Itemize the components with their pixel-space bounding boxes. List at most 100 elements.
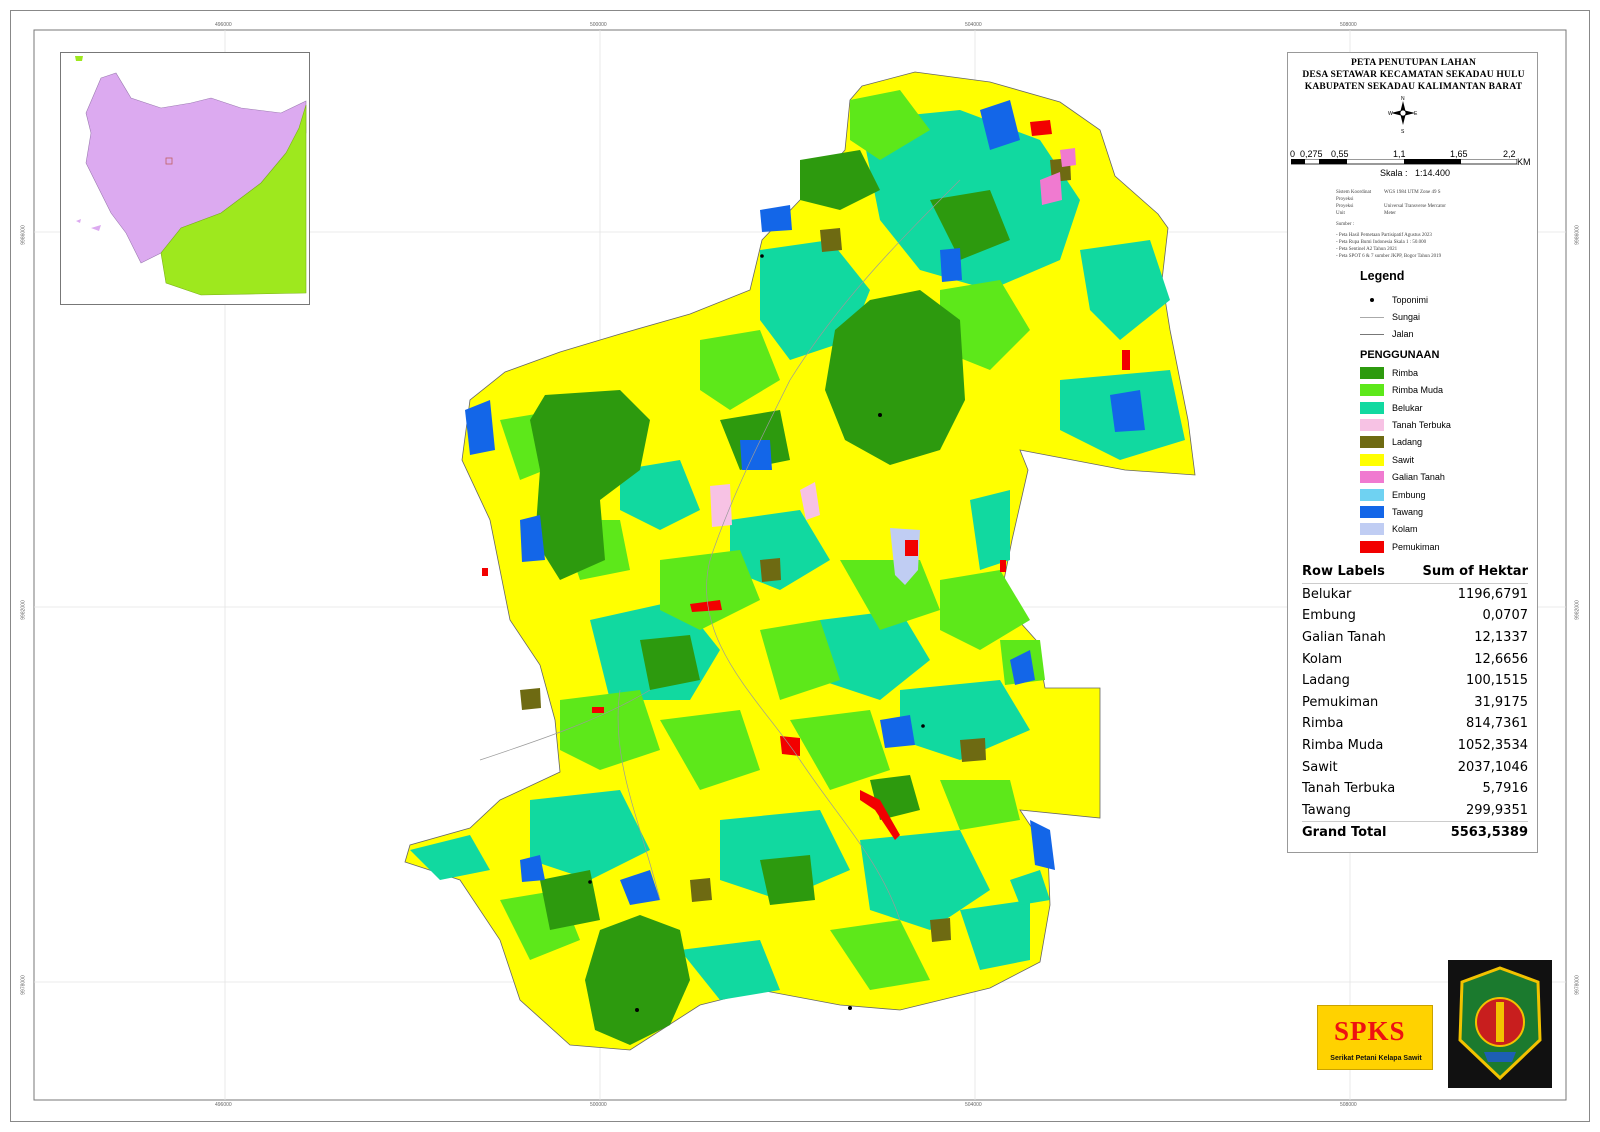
grid-tick-label: 496000 — [215, 1102, 232, 1108]
inset-map-graphic — [61, 53, 309, 304]
stats-row-value: 12,6656 — [1474, 651, 1528, 667]
legend-label: Galian Tanah — [1392, 472, 1445, 483]
north-arrow-icon: N S W E — [1388, 96, 1418, 135]
stats-row-label: Tawang — [1302, 802, 1351, 818]
scale-text: Skala : 1:14.400 — [1380, 168, 1451, 178]
grid-tick-label: 500000 — [590, 22, 607, 28]
stats-row: Sawit 2037,1046 — [1302, 756, 1528, 778]
legend-item-sawit: Sawit — [1360, 451, 1530, 468]
legend-swatch — [1360, 523, 1384, 536]
legend-item-galian-tanah: Galian Tanah — [1360, 469, 1530, 486]
stats-row-label: Rimba — [1302, 716, 1344, 732]
grid-tick-label: 508000 — [1340, 1102, 1357, 1108]
stats-row-label: Kolam — [1302, 651, 1343, 667]
stats-row: Galian Tanah 12,1337 — [1302, 627, 1528, 649]
legend-label: Kolam — [1392, 524, 1418, 535]
legend-swatch — [1360, 540, 1384, 553]
legend-label: Belukar — [1392, 402, 1423, 413]
legend-label: Tanah Terbuka — [1392, 420, 1451, 431]
stats-row: Pemukiman 31,9175 — [1302, 692, 1528, 714]
svg-text:E: E — [1414, 111, 1418, 117]
stats-row-label: Pemukiman — [1302, 694, 1379, 710]
legend-swatch — [1360, 488, 1384, 501]
stats-row-value: 31,9175 — [1474, 694, 1528, 710]
stats-row-label: Embung — [1302, 608, 1356, 624]
spks-logo-mark: SPKS — [1334, 1016, 1406, 1046]
legend-item-kolam: Kolam — [1360, 521, 1530, 538]
stats-row: Embung 0,0707 — [1302, 605, 1528, 627]
grid-tick-label: 504000 — [965, 22, 982, 28]
legend-label: Rimba Muda — [1392, 385, 1444, 396]
grid-tick-label: 9986000 — [20, 225, 27, 245]
stats-row-value: 1196,6791 — [1457, 586, 1528, 602]
point-icon — [1360, 294, 1384, 306]
scale-label: 1,65 — [1450, 149, 1468, 159]
stats-row-value: 2037,1046 — [1457, 759, 1528, 775]
legend-title: Legend — [1360, 269, 1405, 283]
legend-item-rimba: Rimba — [1360, 364, 1530, 381]
legend-swatch — [1360, 453, 1384, 466]
legend-label: Ladang — [1392, 437, 1423, 448]
kabupaten-crest-logo — [1448, 960, 1552, 1088]
legend-label: Rimba — [1392, 367, 1419, 378]
map-title-line-2: DESA SETAWAR KECAMATAN SEKADAU HULU — [1302, 70, 1525, 80]
stats-total: Grand Total 5563,5389 — [1302, 821, 1528, 844]
spks-logo-name: Serikat Petani Kelapa Sawit — [1330, 1055, 1422, 1062]
stats-row-value: 5,7916 — [1482, 781, 1529, 797]
legend-swatch — [1360, 384, 1384, 397]
map-title-line-3: KABUPATEN SEKADAU KALIMANTAN BARAT — [1304, 82, 1523, 92]
scale-unit: KM — [1517, 157, 1531, 167]
grid-tick-label: 9986000 — [1574, 225, 1581, 245]
legend-label: Pemukiman — [1392, 541, 1440, 552]
legend-item-toponimi: Toponimi — [1360, 291, 1530, 308]
map-metadata: Sistem Koordinat Proyeksi WGS 1984 UTM Zo… — [1336, 190, 1446, 259]
river-line-icon — [1360, 311, 1384, 323]
scale-label: 2,2 — [1503, 149, 1516, 159]
stats-row-value: 0,0707 — [1482, 608, 1529, 624]
spks-logo: SPKS Serikat Petani Kelapa Sawit — [1317, 1005, 1433, 1070]
grid-tick-label: 500000 — [590, 1102, 607, 1108]
stats-row-value: 100,1515 — [1465, 673, 1528, 689]
grid-tick-label: 9978000 — [1574, 975, 1581, 995]
grid-tick-label: 508000 — [1340, 22, 1357, 28]
map-info-panel: PETA PENUTUPAN LAHAN DESA SETAWAR KECAMA… — [1287, 52, 1538, 853]
stats-row-value: 12,1337 — [1474, 630, 1528, 646]
stats-row-label: Rimba Muda — [1302, 738, 1384, 754]
legend-section-title: PENGGUNAAN — [1360, 349, 1440, 362]
legend-item-tanah-terbuka: Tanah Terbuka — [1360, 416, 1530, 433]
stats-row-label: Tanah Terbuka — [1302, 781, 1396, 797]
stats-row-label: Belukar — [1302, 586, 1352, 602]
legend-item-pemukiman: Pemukiman — [1360, 538, 1530, 555]
grid-tick-label: 9982000 — [1574, 600, 1581, 620]
legend-item-belukar: Belukar — [1360, 399, 1530, 416]
map-title-line-1: PETA PENUTUPAN LAHAN — [1350, 58, 1477, 68]
legend-swatch — [1360, 436, 1384, 449]
legend-item-rimba-muda: Rimba Muda — [1360, 382, 1530, 399]
stats-row-value: 299,9351 — [1465, 802, 1528, 818]
stats-row: Ladang 100,1515 — [1302, 670, 1528, 692]
stats-rows: Belukar 1196,6791 Embung 0,0707 Galian Tanah… — [1302, 584, 1528, 822]
crest-emblem-icon — [1458, 966, 1542, 1081]
grid-tick-label: 496000 — [215, 22, 232, 28]
legend-label: Tawang — [1392, 506, 1424, 517]
scale-bar-graphic — [1291, 159, 1517, 165]
stats-row-value: 1052,3534 — [1457, 738, 1528, 754]
svg-text:S: S — [1401, 129, 1405, 135]
legend-swatch — [1360, 471, 1384, 484]
legend-swatch — [1360, 401, 1384, 414]
stats-row-label: Galian Tanah — [1302, 630, 1386, 646]
scale-label: 1,1 — [1393, 149, 1406, 159]
grid-tick-label: 9982000 — [20, 600, 27, 620]
stats-row: Rimba 814,7361 — [1302, 713, 1528, 735]
stats-row-label: Sawit — [1302, 759, 1338, 775]
stats-row: Tawang 299,9351 — [1302, 800, 1528, 822]
stats-row-value: 814,7361 — [1465, 716, 1528, 732]
legend-swatch — [1360, 366, 1384, 379]
stats-row: Kolam 12,6656 — [1302, 648, 1528, 670]
stats-row: Tanah Terbuka 5,7916 — [1302, 778, 1528, 800]
stats-row-label: Ladang — [1302, 673, 1350, 689]
legend-class-list: Rimba Rimba Muda Belukar Tanah Terbuka Ladan… — [1360, 364, 1530, 555]
inset-locator-map — [60, 52, 310, 305]
legend-item-sungai: Sungai — [1360, 308, 1530, 325]
scale-label: 0 — [1290, 149, 1296, 159]
